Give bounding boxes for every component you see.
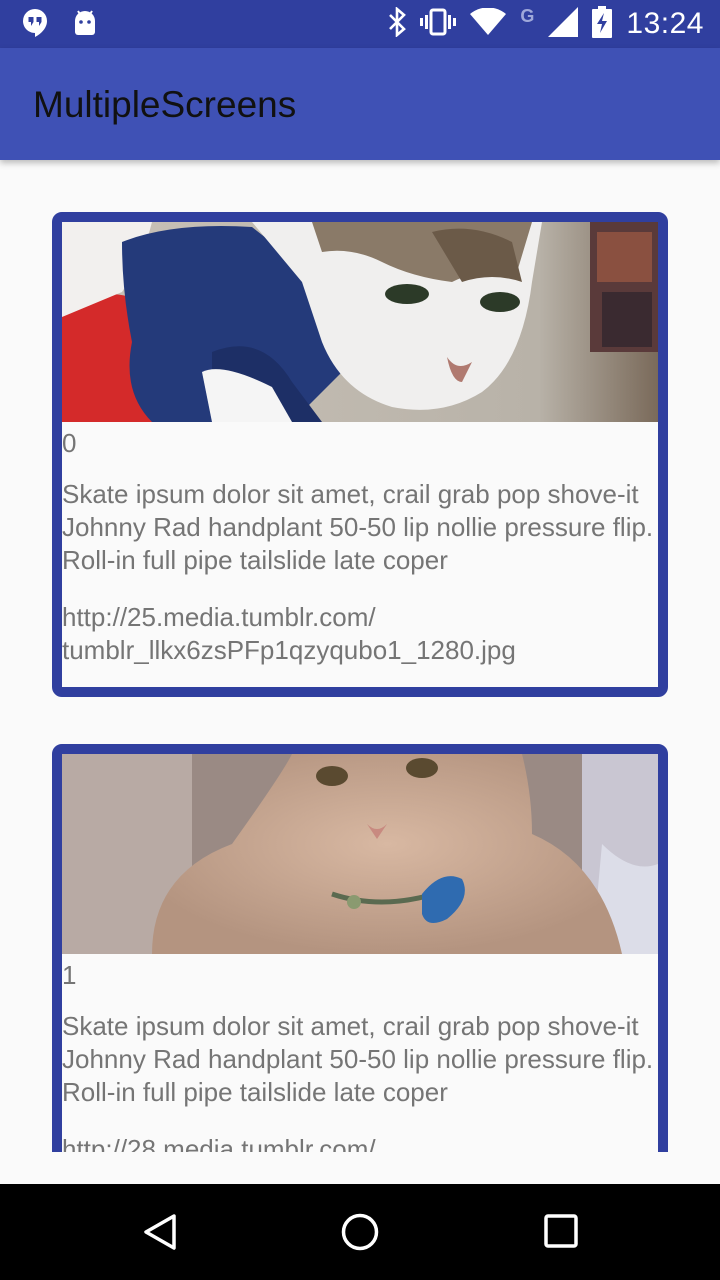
- battery-charging-icon: [592, 5, 613, 43]
- wifi-icon: [470, 6, 507, 41]
- item-url: http://25.media.tumblr.com/ tumblr_llkx6…: [62, 602, 516, 665]
- navigation-bar: [0, 1184, 720, 1280]
- status-bar: G 13:24: [0, 0, 720, 48]
- hangouts-icon: [22, 8, 48, 43]
- bluetooth-icon: [388, 5, 407, 42]
- back-icon[interactable]: [140, 1212, 180, 1252]
- home-icon[interactable]: [340, 1212, 380, 1252]
- item-index: 0: [62, 428, 77, 458]
- vibrate-icon: [420, 7, 457, 42]
- network-type-label: G: [520, 5, 535, 26]
- item-url: http://28.media.tumblr.com/: [62, 1134, 376, 1152]
- signal-icon: [548, 6, 579, 42]
- list-item[interactable]: 1 Skate ipsum dolor sit amet, crail grab…: [52, 744, 668, 1152]
- item-description: Skate ipsum dolor sit amet, crail grab p…: [62, 1011, 654, 1107]
- android-icon: [72, 9, 98, 42]
- app-bar: MultipleScreens: [0, 48, 720, 160]
- card-list[interactable]: 0 Skate ipsum dolor sit amet, crail grab…: [0, 160, 720, 1152]
- cat-photo-image: [62, 222, 658, 422]
- list-item[interactable]: 0 Skate ipsum dolor sit amet, crail grab…: [52, 212, 668, 697]
- cat-photo-image: [62, 754, 658, 954]
- recents-icon[interactable]: [542, 1212, 582, 1252]
- clock: 13:24: [626, 7, 704, 40]
- app-title: MultipleScreens: [33, 84, 297, 125]
- item-index: 1: [62, 960, 77, 990]
- item-description: Skate ipsum dolor sit amet, crail grab p…: [62, 479, 654, 575]
